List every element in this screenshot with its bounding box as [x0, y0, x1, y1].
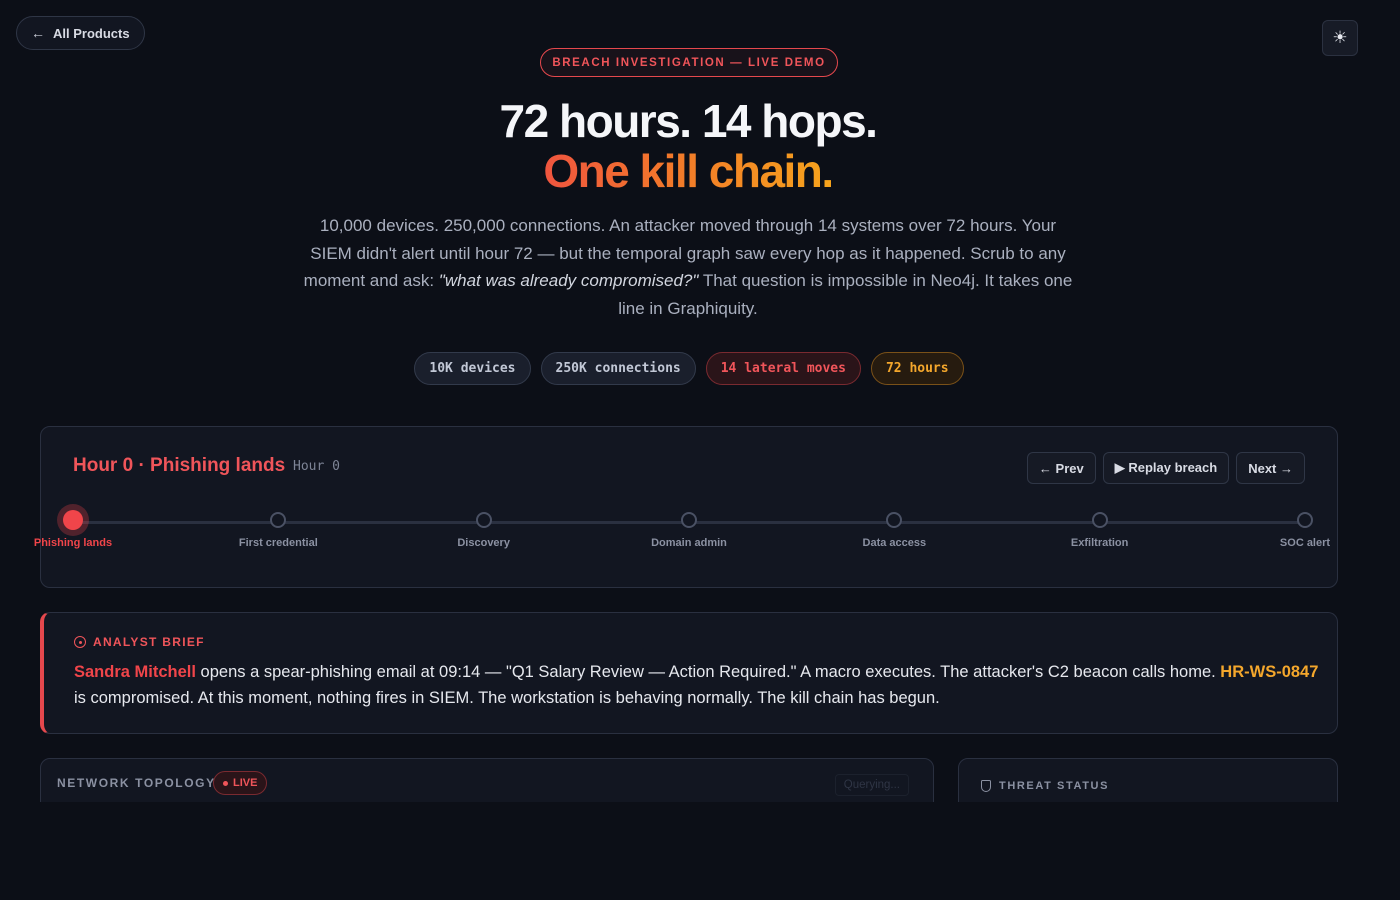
viewport-bottom: [0, 802, 1400, 900]
timeline-step-dot: [475, 512, 492, 528]
timeline-title: Hour 0 · Phishing lands: [73, 455, 286, 476]
timeline-step-label: Discovery: [457, 537, 510, 549]
timeline-step-dot: [1297, 512, 1313, 528]
analyst-brief-text: Sandra Mitchell opens a spear-phishing e…: [74, 659, 1319, 711]
headline: 72 hours. 14 hops. One kill chain.: [0, 96, 1376, 196]
timeline-step-label: First credential: [238, 537, 318, 549]
timeline-step-data-access[interactable]: Data access: [834, 512, 954, 549]
stat-pills: 10K devices 250K connections 14 lateral …: [0, 352, 1378, 385]
arrow-left-icon: ←: [31, 25, 45, 41]
headline-line-1: 72 hours. 14 hops.: [499, 95, 878, 147]
querying-status: Querying...: [834, 774, 909, 796]
threat-status-label: THREAT STATUS: [999, 780, 1110, 792]
demo-tag: BREACH INVESTIGATION — LIVE DEMO: [540, 48, 838, 77]
timeline-step-exfiltration[interactable]: Exfiltration: [1040, 512, 1160, 549]
timeline-step-first-credential[interactable]: First credential: [218, 512, 338, 549]
target-icon: [74, 636, 86, 648]
timeline-step-domain-admin[interactable]: Domain admin: [629, 512, 749, 549]
live-dot-icon: [223, 780, 228, 786]
timeline-step-dot: [270, 512, 287, 528]
shield-icon: [981, 780, 991, 792]
timeline-step-label: Domain admin: [651, 537, 727, 549]
headline-line-2: One kill chain.: [543, 145, 834, 197]
stat-pill-connections: 250K connections: [540, 352, 696, 385]
brief-text-b: is compromised. At this moment, nothing …: [74, 689, 940, 707]
replay-breach-button[interactable]: ▶ Replay breach: [1102, 452, 1230, 484]
all-products-label: All Products: [53, 25, 130, 41]
brief-person: Sandra Mitchell: [74, 663, 196, 681]
timeline-step-phishing-lands[interactable]: Phishing lands: [13, 510, 133, 549]
analyst-brief: ANALYST BRIEF Sandra Mitchell opens a sp…: [40, 612, 1338, 734]
timeline-step-dot: [63, 510, 83, 530]
next-button[interactable]: Next →: [1236, 452, 1305, 484]
timeline-step-soc-alert[interactable]: SOC alert: [1245, 512, 1365, 549]
timeline-step-dot: [886, 512, 903, 528]
timeline-step-dot: [1091, 512, 1108, 528]
analyst-brief-heading: ANALYST BRIEF: [74, 635, 205, 649]
brief-host: HR-WS-0847: [1220, 663, 1319, 681]
timeline-controls: ← Prev ▶ Replay breach Next →: [1026, 452, 1305, 484]
brief-text-a: opens a spear-phishing email at 09:14 — …: [195, 663, 1221, 681]
timeline-step-discovery[interactable]: Discovery: [424, 512, 544, 549]
timeline-hour-label: Hour 0: [293, 459, 340, 474]
analyst-brief-title: ANALYST BRIEF: [93, 635, 205, 649]
live-label: LIVE: [233, 777, 258, 789]
stat-pill-devices: 10K devices: [414, 352, 531, 385]
all-products-button[interactable]: ← All Products: [16, 16, 145, 50]
timeline-step-dot: [681, 512, 697, 528]
stat-pill-hours: 72 hours: [870, 352, 964, 385]
stat-pill-lateral-moves: 14 lateral moves: [705, 352, 861, 385]
hero-description: 10,000 devices. 250,000 connections. An …: [300, 212, 1076, 322]
live-badge: LIVE: [213, 771, 268, 795]
timeline-step-label: Exfiltration: [1070, 537, 1129, 549]
timeline-step-label: SOC alert: [1279, 537, 1331, 549]
hero-description-quote: "what was already compromised?": [438, 271, 699, 291]
theme-toggle-button[interactable]: ☀: [1322, 20, 1358, 56]
timeline-panel: Hour 0 · Phishing lands Hour 0 ← Prev ▶ …: [34, 426, 1338, 588]
sun-icon: ☀: [1332, 28, 1348, 47]
timeline-step-label: Data access: [862, 537, 927, 549]
timeline-step-label: Phishing lands: [33, 537, 113, 549]
prev-button[interactable]: ← Prev: [1026, 452, 1096, 484]
network-topology-label: NETWORK TOPOLOGY: [57, 776, 216, 790]
